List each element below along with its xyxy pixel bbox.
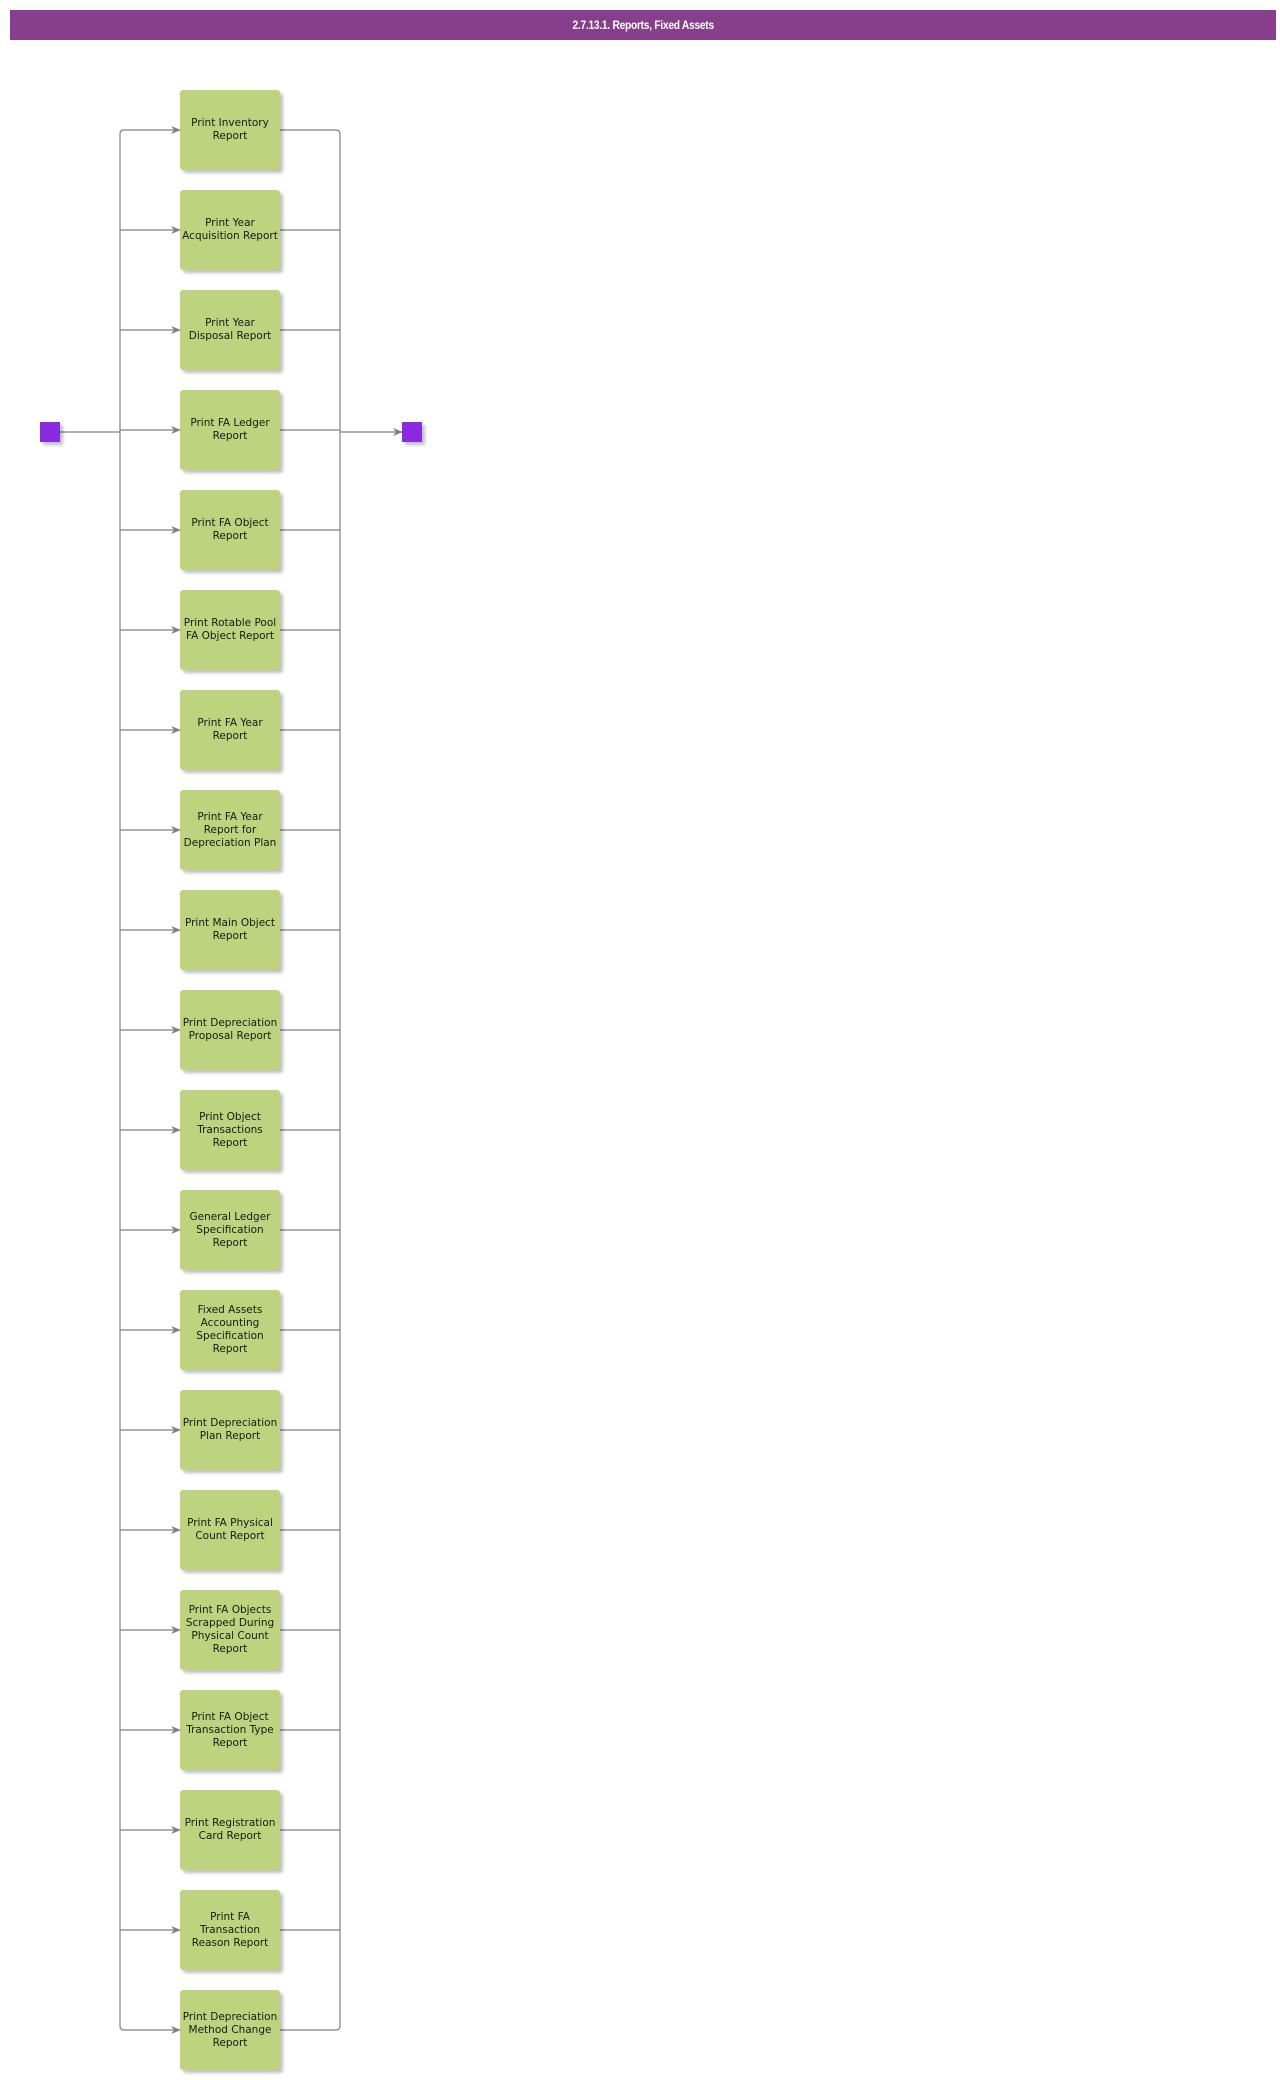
start-event[interactable]: [40, 422, 60, 442]
task-label: Print FA Year Report: [197, 717, 263, 742]
task-label: Print Object Transactions Report: [197, 1110, 263, 1149]
task-label: Print FA Transaction Reason Report: [191, 1910, 269, 1949]
task-box[interactable]: Print FA Year Report for Depreciation Pl…: [180, 790, 280, 870]
split-connector: [119, 2025, 181, 2034]
task-label: Print FA Ledger Report: [190, 417, 270, 442]
task-box[interactable]: Print FA Objects Scrapped During Physica…: [180, 1590, 280, 1670]
task-box[interactable]: Fixed Assets Accounting Specification Re…: [180, 1290, 280, 1370]
task-label: Print Inventory Report: [191, 117, 269, 142]
task-label: Print Main Object Report: [184, 917, 276, 942]
task-label: Print Year Disposal Report: [188, 317, 272, 342]
split-connector: [119, 126, 181, 135]
task-box[interactable]: Print Depreciation Proposal Report: [180, 990, 280, 1070]
task-box[interactable]: Print Main Object Report: [180, 890, 280, 970]
task-label: Print Year Acquisition Report: [182, 217, 278, 242]
merge-connector: [280, 2025, 341, 2031]
task-box[interactable]: Print FA Year Report: [180, 690, 280, 770]
task-box[interactable]: Print FA Object Transaction Type Report: [180, 1690, 280, 1770]
task-box[interactable]: Print Inventory Report: [180, 90, 280, 170]
task-box[interactable]: Print FA Ledger Report: [180, 390, 280, 470]
task-box[interactable]: Print Year Disposal Report: [180, 290, 280, 370]
task-box[interactable]: Print FA Transaction Reason Report: [180, 1890, 280, 1970]
task-label: Print Depreciation Plan Report: [182, 1417, 278, 1442]
task-label: Print FA Object Transaction Type Report: [186, 1710, 274, 1749]
task-label: Print FA Physical Count Report: [187, 1517, 273, 1542]
task-label: Print Depreciation Method Change Report: [182, 2010, 278, 2049]
task-box[interactable]: General Ledger Specification Report: [180, 1190, 280, 1270]
task-label: Print FA Object Report: [191, 517, 269, 542]
task-label: Print FA Year Report for Depreciation Pl…: [183, 810, 277, 849]
end-event[interactable]: [402, 422, 422, 442]
task-label: Print Registration Card Report: [184, 1817, 276, 1842]
task-box[interactable]: Print Rotable Pool FA Object Report: [180, 590, 280, 670]
task-box[interactable]: Print Depreciation Plan Report: [180, 1390, 280, 1470]
task-box[interactable]: Print FA Physical Count Report: [180, 1490, 280, 1570]
task-label: Print FA Objects Scrapped During Physica…: [185, 1604, 275, 1655]
task-label: Print Depreciation Proposal Report: [182, 1017, 278, 1042]
task-label: Print Rotable Pool FA Object Report: [183, 617, 277, 642]
task-box[interactable]: Print Year Acquisition Report: [180, 190, 280, 270]
merge-connector: [280, 129, 341, 135]
task-box[interactable]: Print Registration Card Report: [180, 1790, 280, 1870]
task-label: Fixed Assets Accounting Specification Re…: [196, 1304, 264, 1355]
task-label: General Ledger Specification Report: [189, 1210, 271, 1249]
task-box[interactable]: Print Depreciation Method Change Report: [180, 1990, 280, 2070]
task-box[interactable]: Print FA Object Report: [180, 490, 280, 570]
task-box[interactable]: Print Object Transactions Report: [180, 1090, 280, 1170]
